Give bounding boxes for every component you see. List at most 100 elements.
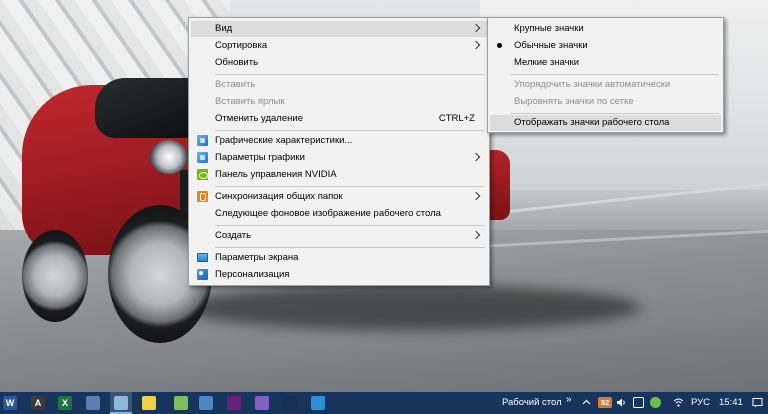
sticky-notes-icon[interactable] [142, 396, 156, 410]
personalization-icon [197, 269, 208, 280]
menu-item-label: Выровнять значки по сетке [514, 96, 634, 107]
security-icon[interactable] [311, 396, 325, 410]
taskbar-icon-glyph [311, 396, 325, 410]
menu-separator [215, 225, 485, 226]
menu-item-undo-delete[interactable]: Отменить удаление CTRL+Z [191, 111, 487, 127]
menu-item-label: Вид [215, 23, 233, 34]
chevron-right-icon [473, 38, 481, 54]
submenu-item-show-desktop-icons[interactable]: Отображать значки рабочего стола [490, 115, 721, 131]
taskbar-icon-glyph [283, 396, 297, 410]
menu-item-label: Вставить ярлык [215, 96, 285, 107]
menu-item-personalization[interactable]: Персонализация [191, 267, 487, 283]
taskbar-icon-glyph: W [5, 398, 15, 408]
menu-item-label: Обычные значки [514, 40, 588, 51]
network-icon[interactable] [633, 397, 644, 408]
volume-icon[interactable] [616, 397, 627, 408]
menu-item-view[interactable]: Вид [191, 21, 487, 37]
menu-item-label: Крупные значки [514, 23, 584, 34]
sync-folder-icon [197, 191, 208, 202]
clock[interactable]: 15:41 [719, 397, 743, 408]
taskbar-icon-glyph: A [34, 398, 42, 408]
menu-item-label: Отображать значки рабочего стола [514, 117, 670, 128]
menu-item-shortcut: CTRL+Z [438, 113, 475, 124]
notifications-icon[interactable] [752, 397, 763, 408]
menu-item-new[interactable]: Создать [191, 228, 487, 244]
toolbar-expand-icon[interactable]: » [566, 394, 572, 405]
notepad-plus-icon[interactable] [174, 396, 188, 410]
intel-graphics-icon [197, 152, 208, 163]
terminal-icon[interactable] [283, 396, 297, 410]
submenu-item-medium-icons[interactable]: Обычные значки [490, 38, 721, 54]
menu-item-label: Параметры графики [215, 152, 305, 163]
menu-item-paste-shortcut[interactable]: Вставить ярлык [191, 94, 487, 110]
menu-separator [215, 247, 485, 248]
menu-item-label: Упорядочить значки автоматически [514, 79, 671, 90]
chevron-right-icon [473, 228, 481, 244]
menu-item-label: Создать [215, 230, 252, 241]
show-hidden-icons-icon[interactable] [581, 397, 592, 408]
nvidia-icon [197, 169, 208, 180]
menu-separator [215, 130, 485, 131]
chevron-right-icon [473, 189, 481, 205]
tray-app-badge-icon[interactable]: 52 [598, 397, 612, 408]
menu-separator [510, 74, 719, 75]
wallpaper-car-headlight [150, 140, 188, 174]
word-icon[interactable]: W [3, 396, 17, 410]
wallpaper-car-shadow [180, 285, 640, 330]
menu-item-sort[interactable]: Сортировка [191, 38, 487, 54]
document-icon[interactable] [86, 396, 100, 410]
wallpaper-car-wheel [22, 230, 88, 322]
menu-item-label: Отменить удаление [215, 113, 303, 124]
submenu-item-small-icons[interactable]: Мелкие значки [490, 55, 721, 71]
taskbar-icon-glyph [199, 396, 213, 410]
app-a-icon[interactable]: A [31, 396, 45, 410]
submenu-item-large-icons[interactable]: Крупные значки [490, 21, 721, 37]
menu-item-nvidia-control-panel[interactable]: Панель управления NVIDIA [191, 167, 487, 183]
menu-item-label: Персонализация [215, 269, 290, 280]
menu-item-label: Следующее фоновое изображение рабочего с… [215, 208, 441, 219]
chevron-right-icon [473, 150, 481, 166]
taskbar-icon-glyph [227, 396, 241, 410]
desktop-toolbar-label[interactable]: Рабочий стол [502, 397, 562, 408]
menu-item-label: Графические характеристики... [215, 135, 353, 146]
menu-item-next-background[interactable]: Следующее фоновое изображение рабочего с… [191, 206, 487, 222]
menu-item-label: Вставить [215, 79, 256, 90]
tray-app-icon[interactable] [650, 397, 661, 408]
visual-studio-2-icon[interactable] [255, 396, 269, 410]
language-indicator[interactable]: РУС [691, 397, 710, 408]
taskbar-icon-glyph [174, 396, 188, 410]
view-submenu: Крупные значки Обычные значки Мелкие зна… [487, 17, 724, 133]
menu-item-graphics-options[interactable]: Параметры графики [191, 150, 487, 166]
menu-item-label: Панель управления NVIDIA [215, 169, 337, 180]
menu-item-label: Обновить [215, 57, 259, 68]
submenu-item-auto-arrange[interactable]: Упорядочить значки автоматически [490, 77, 721, 93]
menu-item-label: Параметры экрана [215, 252, 299, 263]
menu-separator [510, 113, 719, 114]
submenu-item-align-to-grid[interactable]: Выровнять значки по сетке [490, 94, 721, 110]
menu-item-label: Мелкие значки [514, 57, 580, 68]
excel-icon[interactable]: X [58, 396, 72, 410]
menu-item-label: Синхронизация общих папок [215, 191, 343, 202]
display-settings-icon [197, 253, 208, 262]
menu-item-display-settings[interactable]: Параметры экрана [191, 250, 487, 266]
menu-item-sync-shared-folders[interactable]: Синхронизация общих папок [191, 189, 487, 205]
desktop-context-menu: Вид Сортировка Обновить Вставить Вставит… [188, 17, 490, 286]
taskbar-icon-glyph [114, 396, 128, 410]
intel-graphics-icon [197, 135, 208, 146]
menu-item-graphics-properties[interactable]: Графические характеристики... [191, 133, 487, 149]
menu-item-label: Сортировка [215, 40, 268, 51]
taskbar-icon-glyph: X [61, 398, 68, 408]
menu-separator [215, 74, 485, 75]
chevron-right-icon [473, 21, 481, 37]
visual-studio-icon[interactable] [227, 396, 241, 410]
menu-item-paste[interactable]: Вставить [191, 77, 487, 93]
taskbar: W A X Рабочий стол » 52 РУС 15:41 [0, 392, 768, 414]
wifi-icon[interactable] [673, 397, 684, 408]
remote-desktop-icon[interactable] [199, 396, 213, 410]
taskbar-icon-glyph [142, 396, 156, 410]
taskbar-icon-glyph [86, 396, 100, 410]
taskbar-icon-glyph [255, 396, 269, 410]
menu-item-refresh[interactable]: Обновить [191, 55, 487, 71]
paint-icon[interactable] [114, 396, 128, 410]
menu-separator [215, 186, 485, 187]
